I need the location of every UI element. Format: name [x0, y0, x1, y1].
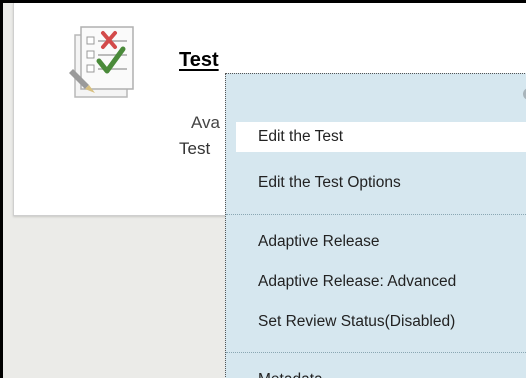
menu-item-edit-test-options[interactable]: Edit the Test Options [236, 173, 526, 193]
menu-item-edit-test[interactable]: Edit the Test [236, 122, 526, 152]
content-area: Test Ava Test Edit the Test Edit the Tes… [3, 3, 526, 378]
menu-item-metadata[interactable]: Metadata [236, 370, 526, 378]
test-checklist-icon [69, 26, 134, 98]
availability-text: Ava [191, 113, 220, 132]
item-description: Test [179, 139, 211, 158]
menu-item-set-review-status[interactable]: Set Review Status(Disabled) [236, 312, 526, 332]
menu-item-adaptive-release[interactable]: Adaptive Release [236, 232, 526, 252]
context-menu: Edit the Test Edit the Test Options Adap… [225, 73, 526, 378]
menu-item-adaptive-release-advanced[interactable]: Adaptive Release: Advanced [236, 272, 526, 292]
item-title-link[interactable]: Test [179, 49, 219, 72]
menu-separator [226, 352, 526, 353]
menu-separator [226, 214, 526, 215]
